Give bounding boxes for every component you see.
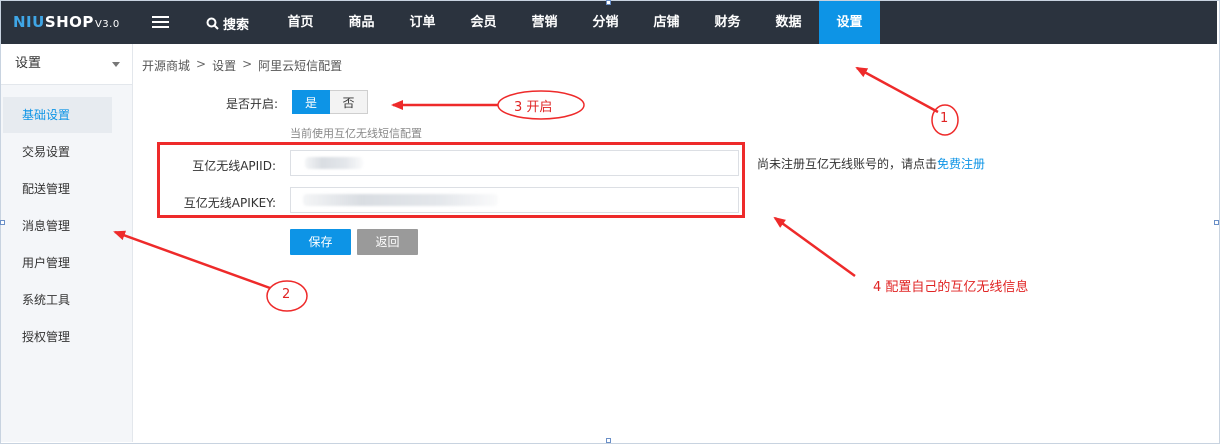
annotation-label-4: 4 配置自己的互亿无线信息 (873, 280, 1029, 295)
resize-handle (0, 220, 5, 225)
annotation-arrow-1 (855, 66, 939, 114)
annotation-arrows (113, 66, 959, 312)
annotation-arrow-2 (113, 230, 271, 290)
resize-handle (606, 0, 611, 5)
annotation-label-1: 1 (940, 111, 949, 126)
annotation-label-2: 2 (282, 287, 291, 302)
resize-handle (606, 438, 611, 443)
resize-handle (1214, 220, 1219, 225)
annotation-arrow-4 (773, 216, 856, 278)
annotation-label-3: 3 开启 (514, 100, 553, 115)
